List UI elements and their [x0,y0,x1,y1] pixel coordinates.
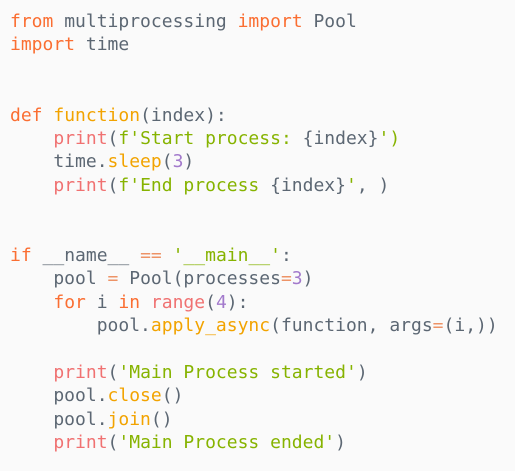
code-token: (function, args [270,315,433,337]
code-token: , ) [356,174,390,196]
code-token: (i,)) [443,315,498,337]
code-token: f'End process [118,174,271,196]
code-line: import time [10,33,498,56]
code-token: Pool(processes [118,268,281,290]
code-token: pool. [10,315,151,337]
code-token: ( [107,361,119,383]
code-token: {index} [302,127,379,149]
code-token: = [280,268,292,290]
code-line: pool.close() [10,384,498,407]
code-token: print [53,127,108,149]
code-token: print [53,432,108,454]
code-line: def function(index): [10,104,498,127]
code-token: pool. [10,385,108,407]
code-token: = [432,315,444,337]
code-token: ( [161,151,173,173]
code-token: Pool [302,11,357,32]
code-token: def [10,104,43,126]
code-token: ) [183,151,195,173]
code-token: apply_async [150,315,271,337]
code-token: print [53,174,108,196]
code-token: (index): [140,104,227,126]
code-token: in [118,291,141,313]
code-token: if [10,244,32,266]
code-token: ') [378,127,401,149]
code-token: () [161,385,184,407]
code-token: 3 [172,151,184,173]
code-token: '__main__' [172,244,281,266]
code-line: print('Main Process started') [10,361,498,384]
code-line: print(f'Start process: {index}') [10,127,498,150]
code-token: ' [345,174,357,196]
code-token: multiprocessing [53,11,238,32]
code-token: 3 [291,268,303,290]
code-line: pool = Pool(processes=3) [10,267,498,290]
code-token: ( [107,174,119,196]
code-line: if __name__ == '__main__': [10,244,498,267]
code-token: ): [226,291,249,313]
code-line: from multiprocessing import Pool [10,10,498,33]
code-line: pool.apply_async(function, args=(i,)) [10,314,498,337]
code-token: : [280,244,292,266]
code-token: ) [356,361,368,383]
code-token: 'Main Process started' [118,361,357,383]
code-token: from [10,11,54,32]
code-token: 'Main Process ended' [118,432,336,454]
code-token: ) [335,432,346,454]
code-token: == [140,244,162,266]
code-token: for [53,291,86,313]
code-token: close [107,385,162,407]
code-editor[interactable]: from multiprocessing import Pool import t… [10,10,498,454]
code-token: i [85,291,119,313]
code-token: import [237,11,303,32]
code-line: pool.join() [10,408,498,431]
code-token: 4 [215,291,227,313]
code-token: function [53,104,141,126]
code-token: sleep [107,151,162,173]
code-line: print(f'End process {index}', ) [10,174,498,197]
code-token: __name__ [31,244,141,266]
code-token: = [107,268,119,290]
code-token: {index} [270,174,346,196]
code-line: time.sleep(3) [10,150,498,173]
code-token: pool [10,268,108,290]
code-token: range [150,291,206,313]
code-token: join [107,408,151,430]
code-token: ( [107,127,119,149]
code-token: time. [10,151,108,173]
code-line: print('Main Process ended') [10,431,498,454]
code-token: time [75,34,130,56]
code-token: ( [107,432,119,454]
code-token: ) [302,268,314,290]
code-token: pool. [10,408,108,430]
code-token: () [150,408,173,430]
code-token: import [10,34,76,56]
code-line: for i in range(4): [10,291,498,314]
code-token: f'Start process: [118,127,303,149]
code-token: print [53,361,108,383]
code-token: ( [205,291,216,313]
